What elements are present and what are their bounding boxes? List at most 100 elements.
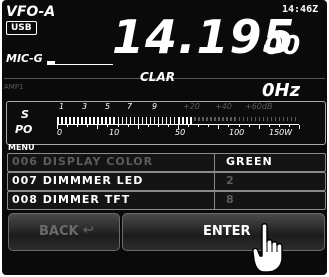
po-scale-label: 0 — [57, 128, 63, 137]
meter-segment — [169, 117, 172, 124]
meter-segment — [81, 117, 83, 124]
meter-segment — [194, 117, 196, 121]
po-tick — [258, 125, 260, 129]
meter-segment — [141, 117, 144, 124]
s-scale-label: +40 — [215, 102, 232, 111]
menu-item-value: 8 — [226, 193, 234, 206]
meter-segment — [101, 117, 103, 124]
meter-segment — [258, 117, 261, 121]
meter-segment — [165, 117, 168, 124]
meter-segment — [173, 117, 176, 124]
po-tick — [228, 125, 230, 127]
s-scale-label: +20 — [183, 102, 200, 111]
meter-segment — [254, 117, 257, 121]
meter-segment — [57, 117, 59, 124]
meter-segment — [226, 117, 228, 121]
po-tick — [278, 125, 280, 127]
po-scale-label: 10 — [109, 128, 120, 137]
menu-item-dimmer-tft[interactable]: 008 DIMMER TFT 8 — [7, 191, 326, 210]
po-tick — [137, 125, 139, 129]
meter-segment — [262, 117, 265, 121]
meter-segment — [97, 117, 99, 124]
po-tick — [299, 125, 300, 129]
amp-label: AMP1 — [4, 83, 24, 91]
po-tick — [77, 125, 79, 127]
menu-item-value: 2 — [226, 174, 234, 187]
po-tick — [117, 125, 119, 127]
vfo-label: VFO-A — [6, 4, 56, 20]
meter-segment — [145, 117, 148, 124]
po-tick — [127, 125, 129, 127]
meter-segment — [190, 117, 192, 124]
mic-gain-label: MIC-G — [6, 52, 43, 65]
meter-segment — [129, 117, 132, 124]
po-scale-label: 150W — [269, 128, 293, 137]
s-scale-label: 3 — [82, 102, 88, 111]
meter-segment — [290, 117, 293, 121]
meter-segment — [65, 117, 67, 124]
meter-segment — [161, 117, 164, 124]
po-tick — [178, 125, 179, 129]
frequency-fine: 00 — [264, 31, 301, 61]
meter-segment — [77, 117, 79, 124]
po-tick — [188, 125, 190, 127]
meter-segment — [274, 117, 277, 121]
po-tick — [67, 125, 69, 127]
back-arrow-icon: ↩ — [83, 223, 94, 238]
meter-segment — [121, 117, 124, 124]
meter-segment — [202, 117, 204, 121]
po-tick — [167, 125, 169, 127]
meter-segment — [85, 117, 87, 124]
meter-segment — [61, 117, 63, 124]
po-tick — [57, 125, 58, 129]
meter-segment — [266, 117, 269, 121]
meter-segment — [206, 117, 208, 121]
po-tick — [268, 125, 270, 127]
s-scale-label: +60dB — [245, 102, 273, 111]
po-tick — [97, 125, 99, 129]
meter-segment — [250, 117, 253, 121]
meter-segment — [270, 117, 273, 121]
meter-segment — [105, 117, 107, 124]
s-scale-label: 5 — [105, 102, 111, 111]
s-meter-label: S — [21, 108, 29, 121]
enter-button-label: ENTER — [203, 224, 251, 239]
meter-segment — [230, 117, 232, 121]
meter-segment — [113, 117, 115, 124]
meter-segment — [109, 117, 111, 124]
menu-item-display-color[interactable]: 006 DISPLAY COLOR GREEN — [7, 153, 326, 172]
menu-title: MENU — [8, 143, 35, 152]
meter-segment — [246, 117, 249, 121]
meter-segment — [214, 117, 216, 121]
meter-segment — [218, 117, 220, 121]
menu-item-name: 008 DIMMER TFT — [12, 193, 131, 206]
meter-segment — [137, 117, 140, 124]
meter-panel: S PO 1 3 5 7 9 +20 +40 +60dB 0 10 50 100 150W — [6, 101, 326, 145]
s-scale-label: 7 — [127, 102, 133, 111]
meter-segment — [278, 117, 281, 121]
meter-segment — [157, 117, 160, 124]
menu-item-dimmer-led[interactable]: 007 DIMMMER LED 2 — [7, 172, 326, 191]
menu-item-value: GREEN — [226, 155, 273, 168]
meter-segment — [222, 117, 224, 121]
meter-segment — [238, 117, 240, 121]
meter-segment — [89, 117, 91, 124]
meter-segment — [286, 117, 289, 121]
meter-segment — [125, 117, 128, 124]
po-tick — [288, 125, 290, 127]
meter-segment — [186, 117, 188, 124]
mic-gain-fill — [47, 61, 55, 64]
menu-item-name: 006 DISPLAY COLOR — [12, 155, 154, 168]
meter-segment — [149, 117, 152, 124]
back-button[interactable]: BACK ↩ — [8, 213, 120, 251]
meter-segment — [210, 117, 212, 121]
meter-segment — [133, 117, 136, 124]
meter-segment — [117, 117, 119, 124]
clar-value: 0Hz — [262, 80, 301, 101]
s-scale-label: 1 — [59, 102, 65, 111]
mode-badge[interactable]: USB — [6, 21, 37, 35]
s-scale-label: 9 — [152, 102, 158, 111]
meter-segment — [153, 117, 156, 124]
po-tick — [157, 125, 159, 127]
meter-segment — [73, 117, 75, 124]
